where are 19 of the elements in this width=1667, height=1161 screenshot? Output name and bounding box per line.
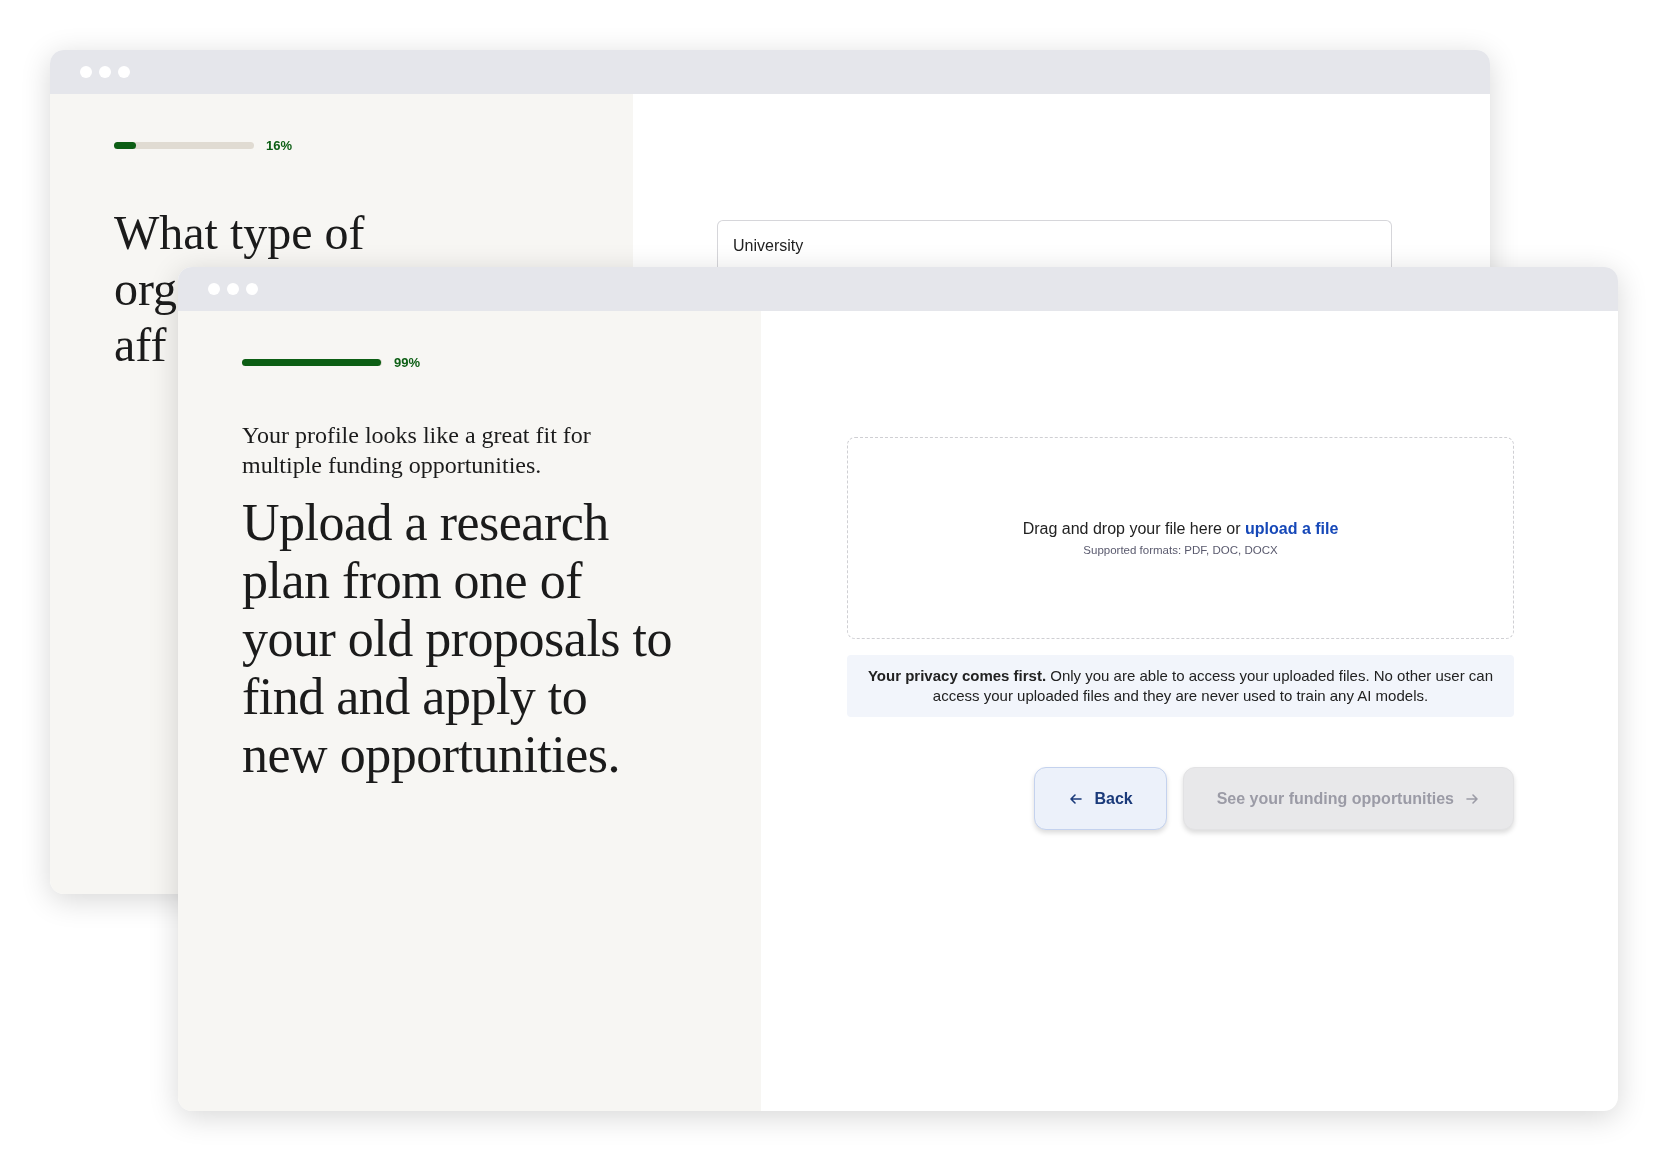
upload-link[interactable]: upload a file — [1245, 520, 1339, 537]
window-dot — [99, 66, 111, 78]
file-dropzone[interactable]: Drag and drop your file here or upload a file Supported formats: PDF, DOC, DOCX — [847, 437, 1514, 639]
window-dot — [208, 283, 220, 295]
formats-text: Supported formats: PDF, DOC, DOCX — [1083, 544, 1278, 556]
dropzone-text: Drag and drop your file here or upload a file — [1022, 520, 1339, 538]
heading-text: org — [114, 261, 178, 317]
back-button[interactable]: Back — [1034, 767, 1167, 830]
heading-text: Upload a research plan from one of your old proposals to find and apply to new opportunities. — [242, 494, 674, 784]
progress-label: 99% — [394, 355, 421, 370]
window-dot — [246, 283, 258, 295]
intro-text: Your profile looks like a great fit for multiple funding opportunities. — [242, 421, 592, 480]
heading-text: What type of — [114, 205, 365, 261]
window-dot — [227, 283, 239, 295]
privacy-notice: Your privacy comes first. Only you are able to access your uploaded files. No other user can access your uploaded files and they are never used to train any AI models. — [847, 655, 1514, 717]
window-dot — [118, 66, 130, 78]
heading-text: aff — [114, 317, 167, 373]
progress-label: 16% — [266, 138, 293, 153]
window-dot — [80, 66, 92, 78]
